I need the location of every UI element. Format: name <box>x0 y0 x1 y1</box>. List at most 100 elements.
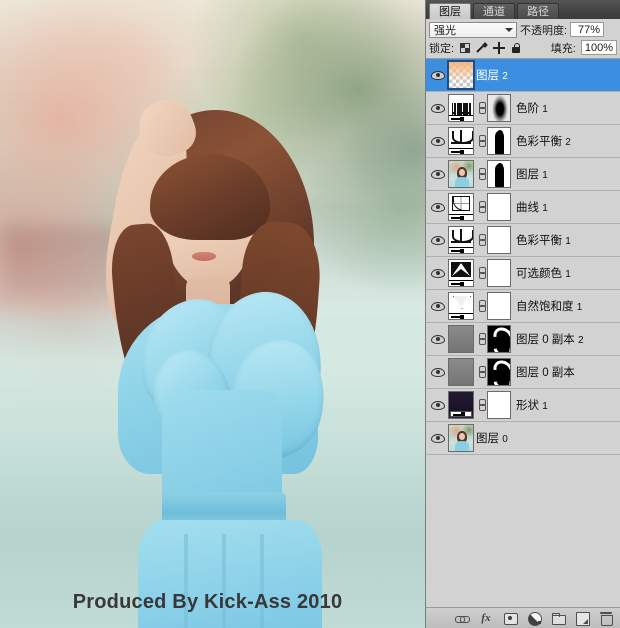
layer-mask-thumbnail[interactable] <box>487 160 511 188</box>
lock-position-icon[interactable] <box>493 42 505 54</box>
layer-row[interactable]: 色阶 1 <box>426 92 620 125</box>
layer-name-label: 图层 2 <box>476 67 508 83</box>
layer-thumbnail[interactable] <box>448 226 474 254</box>
eye-icon <box>431 302 445 311</box>
mask-link-icon[interactable] <box>477 366 486 378</box>
layer-mask-thumbnail[interactable] <box>487 358 511 386</box>
layer-thumbnail[interactable] <box>448 61 474 89</box>
mask-link-icon[interactable] <box>477 135 486 147</box>
layer-thumbnail[interactable] <box>448 94 474 122</box>
layer-name-label: 可选颜色 1 <box>516 265 571 281</box>
mask-link-icon[interactable] <box>477 201 486 213</box>
eye-icon <box>431 335 445 344</box>
eye-icon <box>431 170 445 179</box>
layer-mask-thumbnail[interactable] <box>487 94 511 122</box>
layer-name-label: 自然饱和度 1 <box>516 298 582 314</box>
fill-input[interactable]: 100% <box>581 40 617 55</box>
blend-mode-select[interactable]: 强光 <box>429 22 517 38</box>
mask-link-icon[interactable] <box>477 399 486 411</box>
eye-icon <box>431 203 445 212</box>
layer-thumbnail[interactable] <box>448 193 474 221</box>
layers-panel: 图层 通道 路径 强光 不透明度: 77% 锁定: 填充: 100% 图层 2 色… <box>425 0 620 628</box>
layer-visibility-toggle[interactable] <box>428 302 448 311</box>
photo-canvas[interactable]: Produced By Kick-Ass 2010 <box>0 0 425 628</box>
layer-row[interactable]: 图层 1 <box>426 158 620 191</box>
layer-list[interactable]: 图层 2 色阶 1 色彩平衡 2 图层 1 曲线 1 色彩平衡 1 可选颜色 1 自然饱和度 … <box>426 59 620 607</box>
layer-thumbnail[interactable] <box>448 160 474 188</box>
layer-visibility-toggle[interactable] <box>428 236 448 245</box>
layer-thumbnail[interactable] <box>448 292 474 320</box>
layer-row[interactable]: 色彩平衡 1 <box>426 224 620 257</box>
layer-mask-thumbnail[interactable] <box>487 226 511 254</box>
layer-row[interactable]: 色彩平衡 2 <box>426 125 620 158</box>
layer-visibility-toggle[interactable] <box>428 170 448 179</box>
layer-row[interactable]: 形状 1 <box>426 389 620 422</box>
layer-thumbnail[interactable] <box>448 127 474 155</box>
layer-thumbnail[interactable] <box>448 424 474 452</box>
layer-name-label: 色阶 1 <box>516 100 548 116</box>
lock-label: 锁定: <box>429 40 454 56</box>
lock-row: 锁定: 填充: 100% <box>426 39 620 59</box>
new-layer-icon[interactable] <box>575 611 589 625</box>
lock-image-pixels-icon[interactable] <box>476 42 488 54</box>
layer-name-label: 图层 0 副本 2 <box>516 331 584 347</box>
chevron-down-icon <box>505 28 513 32</box>
mask-link-icon[interactable] <box>477 168 486 180</box>
layer-thumbnail[interactable] <box>448 391 474 419</box>
link-layers-icon[interactable] <box>455 611 469 625</box>
blend-mode-value: 强光 <box>434 22 456 38</box>
layer-name-label: 曲线 1 <box>516 199 548 215</box>
new-adjustment-layer-icon[interactable] <box>527 611 541 625</box>
layer-visibility-toggle[interactable] <box>428 137 448 146</box>
layer-mask-thumbnail[interactable] <box>487 292 511 320</box>
layer-visibility-toggle[interactable] <box>428 104 448 113</box>
layer-row[interactable]: 曲线 1 <box>426 191 620 224</box>
layer-thumbnail[interactable] <box>448 325 474 353</box>
layer-thumbnail[interactable] <box>448 259 474 287</box>
mask-link-icon[interactable] <box>477 300 486 312</box>
watermark-text: Produced By Kick-Ass 2010 <box>0 591 425 614</box>
mask-link-icon[interactable] <box>477 102 486 114</box>
mask-link-icon[interactable] <box>477 333 486 345</box>
mask-link-icon[interactable] <box>477 267 486 279</box>
layer-visibility-toggle[interactable] <box>428 203 448 212</box>
layer-mask-thumbnail[interactable] <box>487 391 511 419</box>
layer-name-label: 色彩平衡 1 <box>516 232 571 248</box>
layer-visibility-toggle[interactable] <box>428 71 448 80</box>
layer-name-label: 色彩平衡 2 <box>516 133 571 149</box>
blend-mode-row: 强光 不透明度: 77% <box>426 19 620 39</box>
opacity-input[interactable]: 77% <box>570 22 604 37</box>
mask-link-icon[interactable] <box>477 234 486 246</box>
layer-name-label: 图层 0 <box>476 430 508 446</box>
tab-layers[interactable]: 图层 <box>429 3 471 19</box>
lock-transparent-pixels-icon[interactable] <box>459 42 471 54</box>
eye-icon <box>431 269 445 278</box>
layer-row[interactable]: 图层 0 副本 2 <box>426 323 620 356</box>
layer-style-fx-icon[interactable]: fx <box>479 611 493 625</box>
eye-icon <box>431 434 445 443</box>
layer-visibility-toggle[interactable] <box>428 335 448 344</box>
delete-layer-icon[interactable] <box>599 611 613 625</box>
lips <box>192 252 216 261</box>
layer-row[interactable]: 图层 2 <box>426 59 620 92</box>
tab-channels[interactable]: 通道 <box>473 3 515 19</box>
add-layer-mask-icon[interactable] <box>503 611 517 625</box>
layer-mask-thumbnail[interactable] <box>487 127 511 155</box>
eye-icon <box>431 401 445 410</box>
layer-visibility-toggle[interactable] <box>428 401 448 410</box>
eye-icon <box>431 104 445 113</box>
layer-visibility-toggle[interactable] <box>428 269 448 278</box>
layer-mask-thumbnail[interactable] <box>487 193 511 221</box>
layer-visibility-toggle[interactable] <box>428 434 448 443</box>
layer-mask-thumbnail[interactable] <box>487 325 511 353</box>
lock-all-icon[interactable] <box>510 42 522 54</box>
layer-row[interactable]: 图层 0 <box>426 422 620 455</box>
tab-paths[interactable]: 路径 <box>517 3 559 19</box>
layer-visibility-toggle[interactable] <box>428 368 448 377</box>
new-group-icon[interactable] <box>551 611 565 625</box>
layer-thumbnail[interactable] <box>448 358 474 386</box>
layer-row[interactable]: 自然饱和度 1 <box>426 290 620 323</box>
layer-mask-thumbnail[interactable] <box>487 259 511 287</box>
layer-row[interactable]: 可选颜色 1 <box>426 257 620 290</box>
layer-row[interactable]: 图层 0 副本 <box>426 356 620 389</box>
